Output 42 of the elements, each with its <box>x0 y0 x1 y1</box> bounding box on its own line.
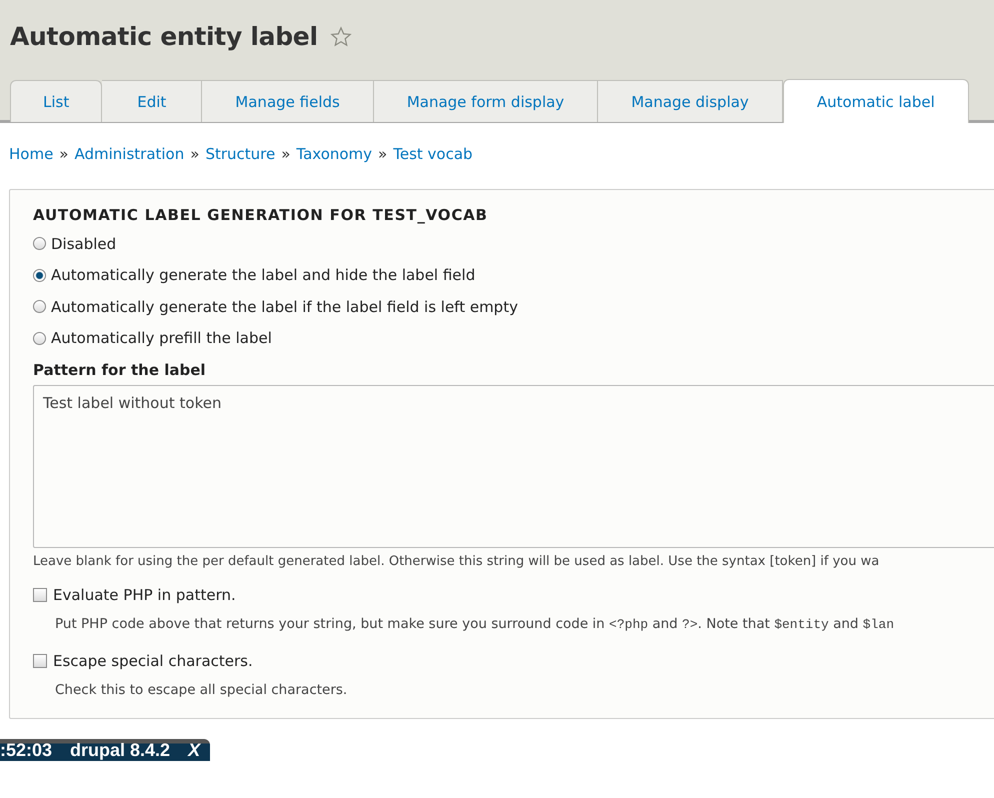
radio-option[interactable]: Disabled <box>33 228 994 260</box>
breadcrumb-link[interactable]: Home <box>9 145 54 163</box>
checkbox-label: Escape special characters. <box>53 652 253 670</box>
tab[interactable]: Automatic label <box>782 79 969 123</box>
breadcrumb-link[interactable]: Administration <box>74 145 184 163</box>
field-label: Pattern for the label <box>33 361 207 379</box>
radio-option[interactable]: Automatically generate the label if the label field is left empty <box>33 291 994 322</box>
field-description: Leave blank for using the per default generated label. Otherwise this string will be used as label. Use the syntax [token] if you wa <box>33 554 880 569</box>
checkbox[interactable] <box>33 588 47 602</box>
radio-button[interactable] <box>33 268 46 282</box>
checkbox[interactable] <box>33 654 47 668</box>
star-icon[interactable] <box>330 26 352 48</box>
breadcrumb-link[interactable]: Test vocab <box>393 145 473 163</box>
tab[interactable]: List <box>10 80 102 122</box>
option-label: Automatically generate the label and hide the label field <box>51 266 476 284</box>
checkbox-label: Evaluate PHP in pattern. <box>53 586 236 604</box>
breadcrumb-link[interactable]: Structure <box>205 145 276 163</box>
tab[interactable]: Manage form display <box>374 80 598 122</box>
breadcrumb-separator: » <box>378 145 388 163</box>
video-title: drupal 8.4.2 <box>70 740 170 760</box>
page-title: Automatic entity label <box>10 22 318 51</box>
section-heading: AUTOMATIC LABEL GENERATION FOR TEST_VOCAB <box>33 206 489 224</box>
option-label: Automatically prefill the label <box>51 329 272 348</box>
tab[interactable]: Manage display <box>598 80 783 122</box>
breadcrumb-separator: » <box>190 145 200 163</box>
close-button[interactable]: X <box>188 740 200 760</box>
breadcrumb-separator: » <box>281 145 290 163</box>
radio-option[interactable]: Automatically generate the label and hide the label field <box>33 260 994 291</box>
time-text: :52:03 <box>0 740 52 760</box>
tab[interactable]: Manage fields <box>202 80 374 122</box>
radio-option[interactable]: Automatically prefill the label <box>33 322 994 354</box>
checkbox-description: Put PHP code above that returns your string, but make sure you surround code in <?php and ?>. Note that $entity and $lan <box>55 616 896 632</box>
breadcrumb-link[interactable]: Taxonomy <box>296 145 372 163</box>
tab[interactable]: Edit <box>102 80 202 122</box>
radio-button[interactable] <box>33 300 46 314</box>
breadcrumb-separator: » <box>59 145 68 163</box>
checkbox-description: Check this to escape all special characters. <box>55 682 348 698</box>
option-label: Automatically generate the label if the label field is left empty <box>51 298 518 316</box>
option-label: Disabled <box>51 234 116 253</box>
pattern-field[interactable]: Test label without token <box>33 385 994 548</box>
radio-button[interactable] <box>33 237 46 250</box>
radio-button[interactable] <box>33 332 46 345</box>
